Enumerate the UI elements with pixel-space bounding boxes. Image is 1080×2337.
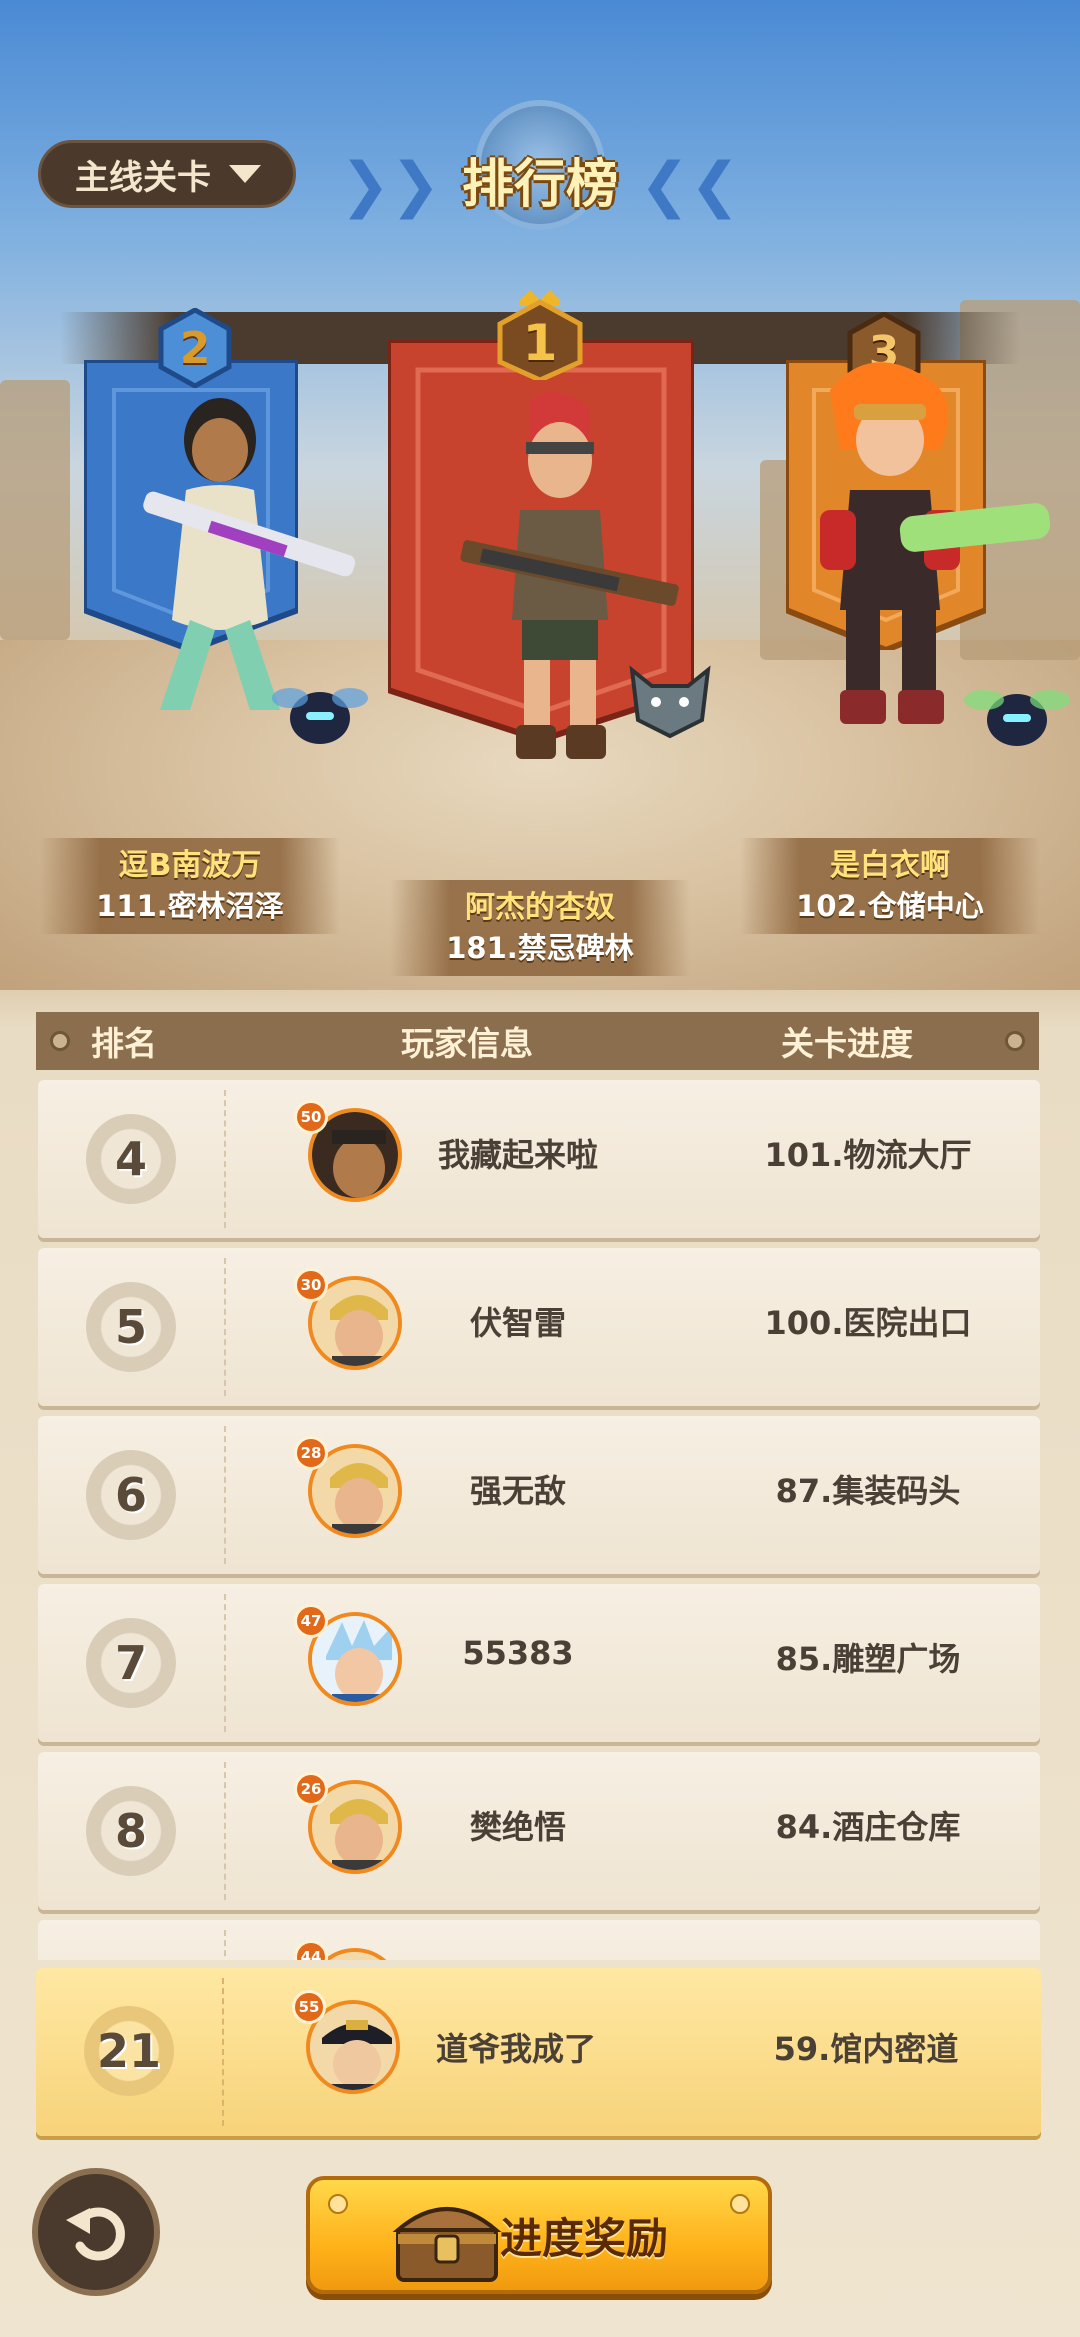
ranking-table-header: 排名 玩家信息 关卡进度 xyxy=(36,1012,1039,1070)
table-row[interactable]: 7 47 55383 85.雕塑广场 xyxy=(38,1584,1040,1742)
player-progress: 101.物流大厅 xyxy=(764,1136,972,1174)
row-rank: 8 xyxy=(114,1804,147,1858)
player-name: 樊绝悟 xyxy=(469,1808,566,1846)
mode-dropdown[interactable]: 主线关卡 xyxy=(38,140,296,208)
plate-first[interactable]: 阿杰的杏奴 181.禁忌碑林 xyxy=(390,880,690,976)
col-progress-header: 关卡进度 xyxy=(781,1024,913,1063)
second-player-progress: 111.密林沼泽 xyxy=(96,889,284,923)
level-badge: 47 xyxy=(294,1604,328,1638)
rank-gear-icon: 8 xyxy=(86,1786,176,1876)
level-badge: 30 xyxy=(294,1268,328,1302)
player-name: 伏智雷 xyxy=(469,1304,566,1342)
plate-third[interactable]: 是白衣啊 102.仓储中心 xyxy=(740,838,1040,934)
mode-dropdown-label: 主线关卡 xyxy=(75,157,211,198)
my-rank: 21 xyxy=(96,2024,161,2078)
chevron-down-icon xyxy=(229,165,261,183)
ranking-list[interactable]: 4 50 我藏起来啦 101.物流大厅 5 30 伏智雷 100.医院出口 6 … xyxy=(38,1080,1040,1960)
table-row[interactable]: 6 28 强无敌 87.集装码头 xyxy=(38,1416,1040,1574)
rank-second-number: 2 xyxy=(179,322,211,374)
screw-icon xyxy=(328,2194,348,2214)
screw-icon xyxy=(730,2194,750,2214)
first-player-progress: 181.禁忌碑林 xyxy=(446,931,634,965)
back-arrow-icon xyxy=(66,2207,125,2261)
level-badge: 28 xyxy=(294,1436,328,1470)
rank-first-number: 1 xyxy=(522,314,558,372)
rank-gear-icon: 7 xyxy=(86,1618,176,1708)
row-rank: 4 xyxy=(114,1132,147,1186)
row-rank: 7 xyxy=(114,1636,147,1690)
level-badge: 44 xyxy=(294,1940,328,1960)
my-player-progress: 59.馆内密道 xyxy=(773,2030,959,2068)
col-rank-header: 排名 xyxy=(91,1024,157,1063)
page-title-emblem: ❯❯ ❮❮ 排行榜 xyxy=(340,100,740,250)
pet-drone-right xyxy=(964,690,1070,746)
player-progress: 87.集装码头 xyxy=(775,1472,961,1510)
ruin-left xyxy=(0,380,70,640)
rank-gear-icon: 4 xyxy=(86,1114,176,1204)
level-badge: 50 xyxy=(294,1100,328,1134)
third-player-name: 是白衣啊 xyxy=(830,848,950,883)
rank-badge-second: 2 xyxy=(155,308,235,388)
my-rank-row[interactable]: 21 55 道爷我成了 59.馆内密道 xyxy=(36,1968,1041,2136)
player-name: 55383 xyxy=(462,1634,574,1672)
level-badge: 26 xyxy=(294,1772,328,1806)
table-row[interactable]: 44 xyxy=(38,1920,1040,1960)
player-name: 强无敌 xyxy=(469,1472,566,1510)
table-row[interactable]: 4 50 我藏起来啦 101.物流大厅 xyxy=(38,1080,1040,1238)
page-title: 排行榜 xyxy=(461,155,618,215)
player-progress: 100.医院出口 xyxy=(764,1304,972,1342)
header-rivet-icon xyxy=(50,1031,70,1051)
player-progress: 84.酒庄仓库 xyxy=(775,1808,961,1846)
pet-wolf-center xyxy=(629,665,711,739)
second-player-name: 逗B南波万 xyxy=(118,848,262,883)
rank-gear-icon: 6 xyxy=(86,1450,176,1540)
pet-drone-left xyxy=(272,688,368,744)
table-row[interactable]: 5 30 伏智雷 100.医院出口 xyxy=(38,1248,1040,1406)
table-row[interactable]: 8 26 樊绝悟 84.酒庄仓库 xyxy=(38,1752,1040,1910)
plate-second[interactable]: 逗B南波万 111.密林沼泽 xyxy=(40,838,340,934)
progress-reward-label: 进度奖励 xyxy=(499,2213,668,2263)
level-badge: 55 xyxy=(292,1990,326,2024)
rank-gear-icon: 5 xyxy=(86,1282,176,1372)
progress-reward-button[interactable]: 进度奖励 xyxy=(306,2176,772,2294)
third-player-progress: 102.仓储中心 xyxy=(796,889,984,923)
player-name: 我藏起来啦 xyxy=(437,1136,598,1174)
row-rank: 6 xyxy=(114,1468,147,1522)
treasure-chest-icon xyxy=(392,2207,502,2282)
back-button[interactable] xyxy=(32,2168,160,2296)
rank-badge-first: 1 xyxy=(490,290,590,380)
player-progress: 85.雕塑广场 xyxy=(775,1640,961,1678)
first-player-name: 阿杰的杏奴 xyxy=(465,890,615,925)
rank-gear-icon: 21 xyxy=(84,2006,174,2096)
row-rank: 5 xyxy=(114,1300,147,1354)
header-rivet-icon xyxy=(1005,1031,1025,1051)
my-player-name: 道爷我成了 xyxy=(435,2030,596,2068)
col-player-header: 玩家信息 xyxy=(401,1024,533,1063)
